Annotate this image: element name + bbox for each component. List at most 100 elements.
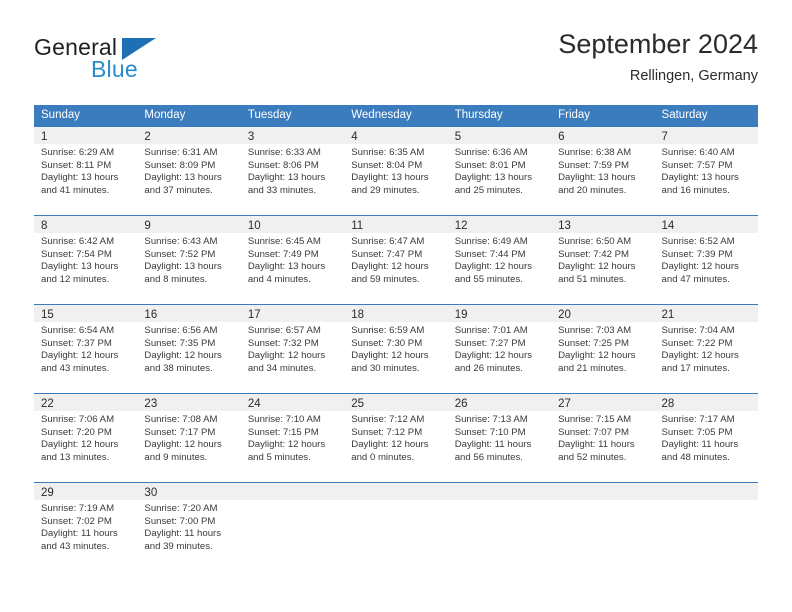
- day-number-band: 30: [137, 483, 241, 500]
- day-cell[interactable]: 29 Sunrise: 7:19 AM Sunset: 7:02 PM Dayligh…: [34, 483, 138, 571]
- day-cell[interactable]: 9 Sunrise: 6:43 AM Sunset: 7:52 PM Daylight…: [137, 216, 241, 304]
- day-sunset-text: Sunset: 7:44 PM: [454, 248, 526, 260]
- day-details: Sunrise: 6:42 AM Sunset: 7:54 PM Daylight:…: [34, 233, 137, 286]
- day-sunrise-text: Sunrise: 6:33 AM: [247, 147, 321, 158]
- day-daylight1-text: Daylight: 13 hours: [41, 172, 119, 184]
- day-cell[interactable]: 20 Sunrise: 7:03 AM Sunset: 7:25 PM Dayligh…: [551, 305, 655, 393]
- day-daylight2-text: and 26 minutes.: [454, 362, 523, 374]
- day-cell[interactable]: 22 Sunrise: 7:06 AM Sunset: 7:20 PM Dayligh…: [34, 394, 138, 482]
- day-cell[interactable]: 6 Sunrise: 6:38 AM Sunset: 7:59 PM Daylight…: [551, 127, 655, 215]
- day-number: 28: [661, 398, 675, 410]
- day-sunrise-text: Sunrise: 7:10 AM: [247, 414, 321, 425]
- day-sunset-text: Sunset: 8:09 PM: [144, 159, 216, 171]
- day-cell[interactable]: 21 Sunrise: 7:04 AM Sunset: 7:22 PM Dayligh…: [654, 305, 758, 393]
- day-daylight2-text: and 41 minutes.: [41, 184, 110, 196]
- day-daylight1-text: Daylight: 13 hours: [454, 172, 533, 184]
- day-number: 25: [351, 398, 365, 410]
- general-blue-logo[interactable]: General Blue: [34, 34, 214, 92]
- week-row: 15 Sunrise: 6:54 AM Sunset: 7:37 PM Dayligh…: [34, 304, 758, 393]
- day-cell[interactable]: 23 Sunrise: 7:08 AM Sunset: 7:17 PM Dayligh…: [137, 394, 241, 482]
- day-details: Sunrise: 6:38 AM Sunset: 7:59 PM Daylight:…: [551, 144, 654, 197]
- day-number-band: 18: [344, 305, 448, 322]
- day-cell[interactable]: 25 Sunrise: 7:12 AM Sunset: 7:12 PM Dayligh…: [344, 394, 448, 482]
- day-daylight1-text: Daylight: 12 hours: [351, 439, 429, 451]
- day-cell[interactable]: 27 Sunrise: 7:15 AM Sunset: 7:07 PM Dayligh…: [551, 394, 655, 482]
- day-cell[interactable]: 1 Sunrise: 6:29 AM Sunset: 8:11 PM Daylight…: [34, 127, 138, 215]
- day-daylight2-text: and 55 minutes.: [454, 273, 523, 285]
- day-daylight2-text: and 43 minutes.: [41, 362, 110, 374]
- day-number: 14: [661, 220, 675, 232]
- day-number: 22: [41, 398, 54, 410]
- day-number: 18: [351, 309, 365, 321]
- day-daylight2-text: and 8 minutes.: [144, 273, 208, 285]
- day-number-band: [654, 483, 758, 500]
- day-cell-empty: [344, 483, 448, 571]
- day-cell-empty: [654, 483, 758, 571]
- weekday-header-row: Sunday Monday Tuesday Wednesday Thursday…: [34, 105, 758, 126]
- day-sunrise-text: Sunrise: 6:57 AM: [247, 325, 321, 336]
- day-sunrise-text: Sunrise: 6:47 AM: [351, 236, 425, 247]
- day-sunset-text: Sunset: 7:47 PM: [351, 248, 423, 260]
- day-daylight2-text: and 21 minutes.: [558, 362, 627, 374]
- day-cell[interactable]: 24 Sunrise: 7:10 AM Sunset: 7:15 PM Dayligh…: [240, 394, 345, 482]
- day-number-band: 29: [34, 483, 138, 500]
- day-daylight2-text: and 4 minutes.: [247, 273, 311, 285]
- day-details: Sunrise: 7:15 AM Sunset: 7:07 PM Daylight:…: [551, 411, 654, 464]
- day-cell[interactable]: 19 Sunrise: 7:01 AM Sunset: 7:27 PM Dayligh…: [447, 305, 552, 393]
- day-cell[interactable]: 30 Sunrise: 7:20 AM Sunset: 7:00 PM Dayligh…: [137, 483, 241, 571]
- day-number: 10: [247, 220, 261, 232]
- day-number: 13: [558, 220, 571, 232]
- day-number-band: 23: [137, 394, 241, 411]
- day-cell[interactable]: 10 Sunrise: 6:45 AM Sunset: 7:49 PM Dayligh…: [240, 216, 345, 304]
- day-cell[interactable]: 12 Sunrise: 6:49 AM Sunset: 7:44 PM Dayligh…: [447, 216, 552, 304]
- day-cell[interactable]: 28 Sunrise: 7:17 AM Sunset: 7:05 PM Dayligh…: [654, 394, 758, 482]
- day-sunset-text: Sunset: 7:30 PM: [351, 337, 423, 349]
- day-cell[interactable]: 15 Sunrise: 6:54 AM Sunset: 7:37 PM Dayligh…: [34, 305, 138, 393]
- day-daylight2-text: and 38 minutes.: [144, 362, 213, 374]
- day-daylight1-text: Daylight: 12 hours: [247, 439, 326, 451]
- day-cell[interactable]: 14 Sunrise: 6:52 AM Sunset: 7:39 PM Dayligh…: [654, 216, 758, 304]
- day-daylight1-text: Daylight: 13 hours: [144, 172, 222, 184]
- day-sunset-text: Sunset: 7:20 PM: [41, 426, 112, 438]
- weekday-header-thursday: Thursday: [454, 109, 503, 121]
- day-details: Sunrise: 7:01 AM Sunset: 7:27 PM Daylight:…: [448, 322, 551, 375]
- day-cell[interactable]: 26 Sunrise: 7:13 AM Sunset: 7:10 PM Dayligh…: [447, 394, 552, 482]
- day-cell[interactable]: 17 Sunrise: 6:57 AM Sunset: 7:32 PM Dayligh…: [240, 305, 345, 393]
- day-number-band: 14: [654, 216, 758, 233]
- day-cell[interactable]: 13 Sunrise: 6:50 AM Sunset: 7:42 PM Dayligh…: [551, 216, 655, 304]
- day-sunset-text: Sunset: 7:35 PM: [144, 337, 216, 349]
- day-number-band: 8: [34, 216, 138, 233]
- day-cell[interactable]: 16 Sunrise: 6:56 AM Sunset: 7:35 PM Dayligh…: [137, 305, 241, 393]
- day-cell[interactable]: 8 Sunrise: 6:42 AM Sunset: 7:54 PM Daylight…: [34, 216, 138, 304]
- day-daylight2-text: and 20 minutes.: [558, 184, 627, 196]
- day-details: Sunrise: 6:52 AM Sunset: 7:39 PM Daylight:…: [655, 233, 758, 286]
- day-cell[interactable]: 5 Sunrise: 6:36 AM Sunset: 8:01 PM Daylight…: [447, 127, 552, 215]
- day-number-band: 15: [34, 305, 138, 322]
- day-sunset-text: Sunset: 7:05 PM: [661, 426, 733, 438]
- day-number-band: 20: [551, 305, 655, 322]
- day-daylight2-text: and 37 minutes.: [144, 184, 213, 196]
- day-number-band: [344, 483, 448, 500]
- day-details: Sunrise: 7:08 AM Sunset: 7:17 PM Daylight:…: [137, 411, 240, 464]
- day-cell[interactable]: 4 Sunrise: 6:35 AM Sunset: 8:04 PM Daylight…: [344, 127, 448, 215]
- day-daylight2-text: and 34 minutes.: [247, 362, 317, 374]
- day-sunset-text: Sunset: 7:22 PM: [661, 337, 733, 349]
- day-cell[interactable]: 3 Sunrise: 6:33 AM Sunset: 8:06 PM Daylight…: [240, 127, 345, 215]
- day-sunrise-text: Sunrise: 7:15 AM: [558, 414, 632, 425]
- weekday-header-friday: Friday: [558, 109, 591, 121]
- day-number-band: 17: [240, 305, 345, 322]
- day-number: 16: [144, 309, 158, 321]
- day-cell[interactable]: 2 Sunrise: 6:31 AM Sunset: 8:09 PM Daylight…: [137, 127, 241, 215]
- day-daylight1-text: Daylight: 12 hours: [454, 350, 533, 362]
- day-sunset-text: Sunset: 7:39 PM: [661, 248, 733, 260]
- day-number-band: 9: [137, 216, 241, 233]
- day-sunset-text: Sunset: 8:01 PM: [454, 159, 526, 171]
- day-cell[interactable]: 11 Sunrise: 6:47 AM Sunset: 7:47 PM Dayligh…: [344, 216, 448, 304]
- day-details: Sunrise: 6:43 AM Sunset: 7:52 PM Daylight:…: [137, 233, 240, 286]
- day-cell[interactable]: 7 Sunrise: 6:40 AM Sunset: 7:57 PM Daylight…: [654, 127, 758, 215]
- day-number-band: 3: [240, 127, 345, 144]
- day-cell[interactable]: 18 Sunrise: 6:59 AM Sunset: 7:30 PM Dayligh…: [344, 305, 448, 393]
- day-sunset-text: Sunset: 7:42 PM: [558, 248, 630, 260]
- weekday-header-tuesday: Tuesday: [247, 109, 292, 121]
- day-sunset-text: Sunset: 7:32 PM: [247, 337, 319, 349]
